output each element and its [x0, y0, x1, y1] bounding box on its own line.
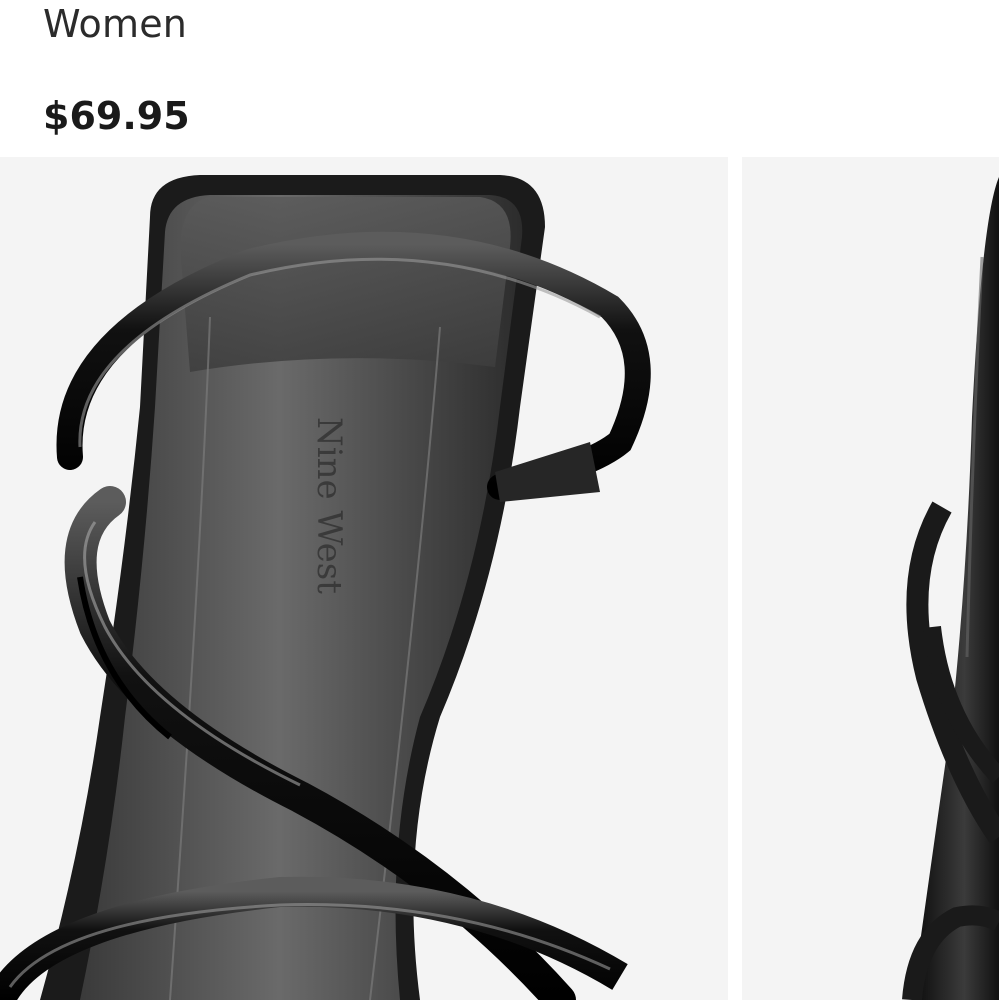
product-image-gallery[interactable]: Nine West [0, 157, 999, 1000]
brand-imprint: Nine West [309, 417, 349, 594]
product-image-main[interactable]: Nine West [0, 157, 728, 1000]
product-category[interactable]: Women [43, 2, 187, 46]
product-price: $69.95 [43, 94, 190, 138]
product-page: Women $69.95 Nine West [0, 0, 999, 1000]
sandal-side-illustration [902, 177, 999, 1000]
sandal-illustration: Nine West [0, 175, 651, 1000]
product-image-secondary[interactable] [742, 157, 999, 1000]
svg-text:Nine West: Nine West [309, 417, 349, 594]
